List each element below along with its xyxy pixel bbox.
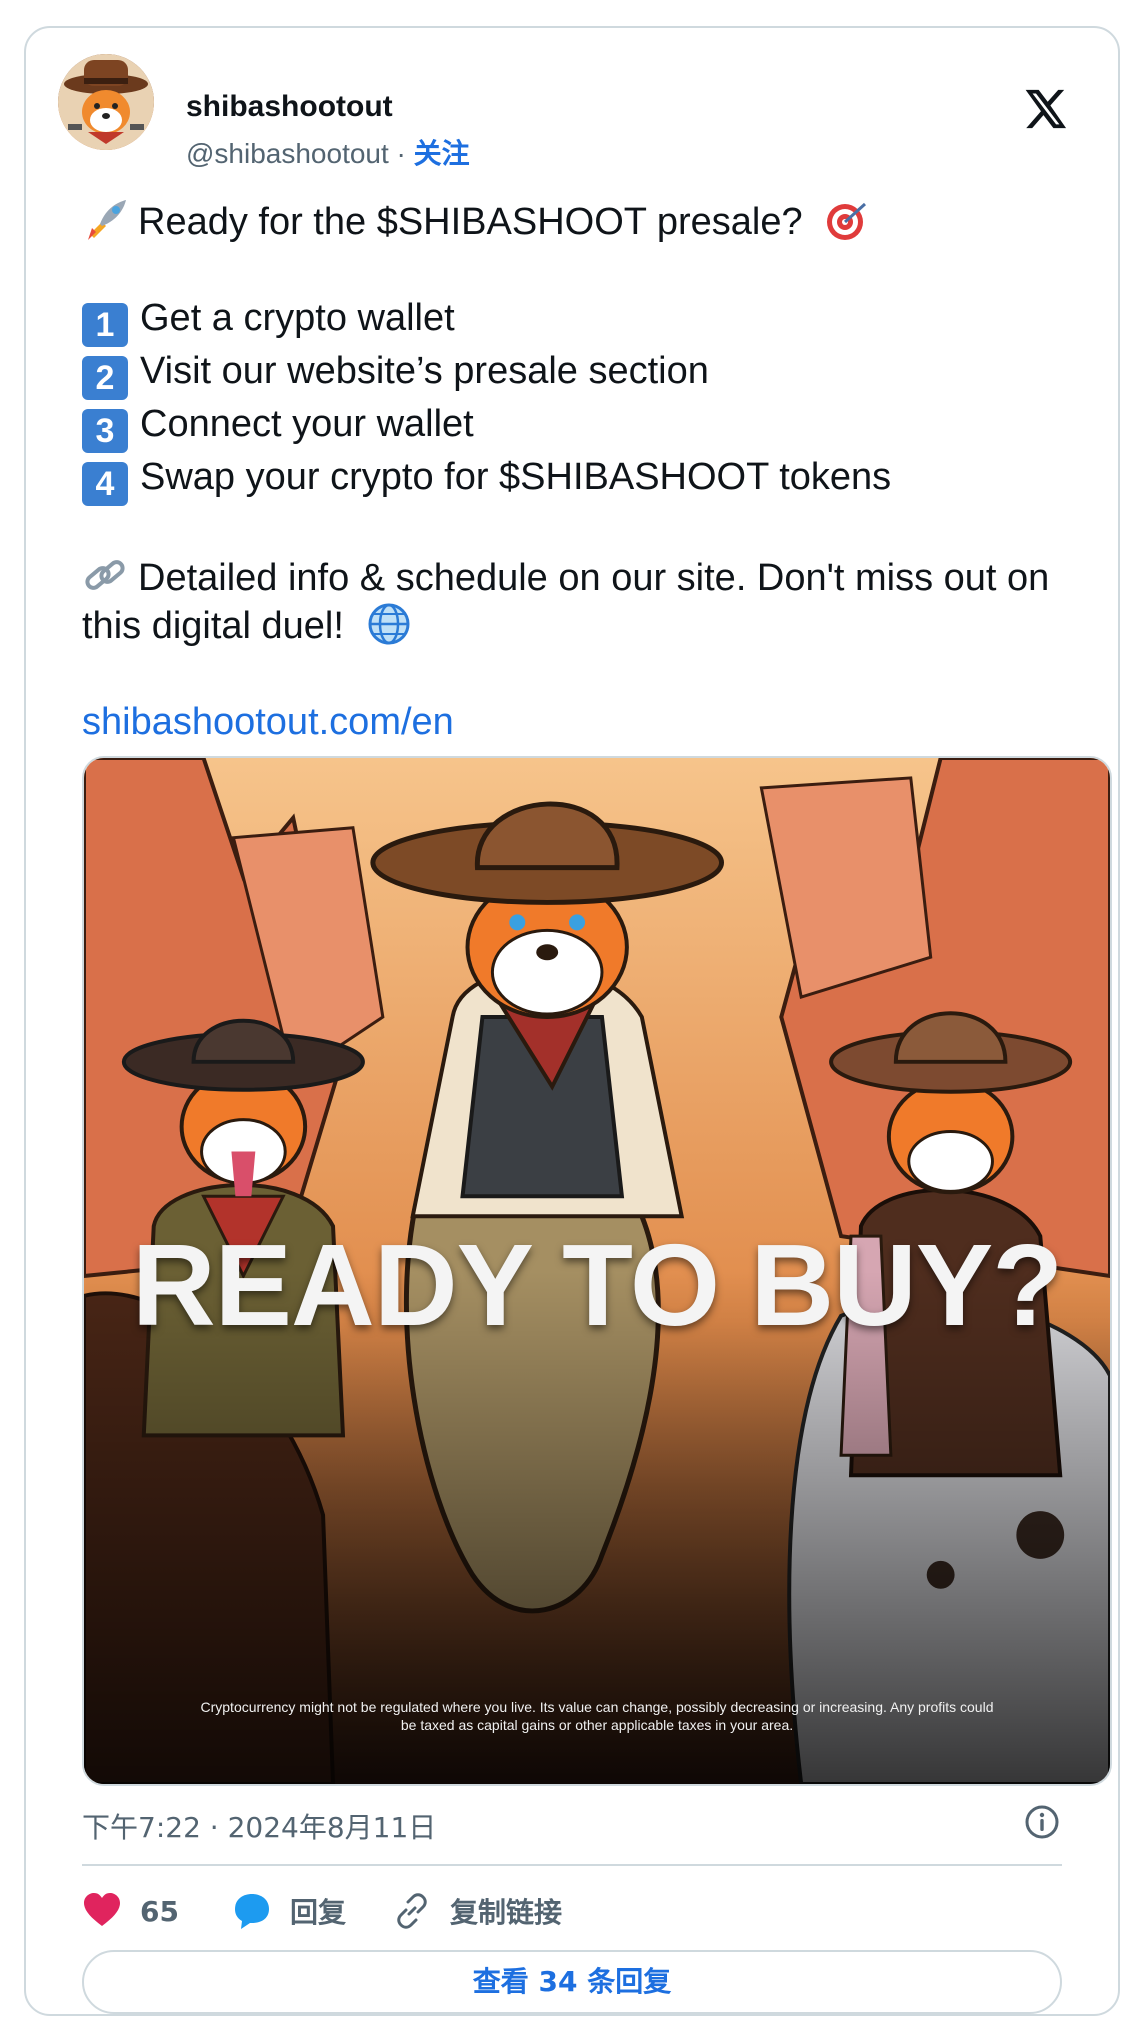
like-button[interactable]: 65 bbox=[82, 1886, 179, 1936]
step-4-text: Swap your crypto for $SHIBASHOOT tokens bbox=[140, 456, 892, 498]
tweet-text: Ready for the $SHIBASHOOT presale? 1 Get … bbox=[82, 198, 1092, 746]
tweet-line-presale: Ready for the $SHIBASHOOT presale? bbox=[82, 198, 1092, 246]
handle-separator: · bbox=[388, 138, 414, 169]
reply-button[interactable]: 回复 bbox=[232, 1886, 346, 1936]
keycap-4-icon: 4 bbox=[82, 462, 128, 506]
tweet-timestamp[interactable]: 下午7:22 · 2024年8月11日 bbox=[82, 1806, 436, 1846]
website-link[interactable]: shibashootout.com/en bbox=[82, 698, 1092, 746]
copy-link-button[interactable]: 复制链接 bbox=[392, 1886, 562, 1936]
step-1: 1 Get a crypto wallet bbox=[82, 294, 1092, 347]
image-disclaimer: Cryptocurrency might not be regulated wh… bbox=[200, 1699, 994, 1733]
image-headline: READY TO BUY? bbox=[131, 1220, 1063, 1350]
tweet-header: shibashootout @shibashootout · 关注 bbox=[58, 54, 1086, 170]
reply-bubble-icon bbox=[235, 1894, 269, 1929]
tweet-card: shibashootout @shibashootout · 关注 Ready … bbox=[24, 26, 1120, 2016]
like-count: 65 bbox=[140, 1894, 179, 1928]
follow-button[interactable]: 关注 bbox=[414, 137, 470, 170]
keycap-2-icon: 2 bbox=[82, 356, 128, 400]
divider bbox=[82, 1864, 1062, 1866]
tweet-info-text: Detailed info & schedule on our site. Do… bbox=[82, 557, 1050, 647]
user-handle[interactable]: @shibashootout bbox=[186, 138, 389, 169]
link-icon bbox=[85, 560, 125, 590]
tweet-actions: 65 回复 复制链接 bbox=[82, 1886, 1082, 1936]
target-icon bbox=[827, 202, 867, 240]
info-icon[interactable] bbox=[1024, 1804, 1060, 1840]
user-display-name[interactable]: shibashootout bbox=[186, 90, 393, 124]
link-chain-icon bbox=[397, 1893, 427, 1929]
view-replies-button[interactable]: 查看 34 条回复 bbox=[82, 1950, 1062, 2014]
keycap-3-icon: 3 bbox=[82, 409, 128, 453]
keycap-1-icon: 1 bbox=[82, 303, 128, 347]
step-2-text: Visit our website’s presale section bbox=[140, 350, 709, 392]
heart-icon bbox=[84, 1893, 120, 1926]
globe-icon bbox=[368, 603, 409, 645]
copy-link-label: 复制链接 bbox=[450, 1896, 563, 1929]
step-3: 3 Connect your wallet bbox=[82, 400, 1092, 453]
step-1-text: Get a crypto wallet bbox=[140, 297, 455, 339]
step-4: 4 Swap your crypto for $SHIBASHOOT tokens bbox=[82, 453, 1092, 506]
tweet-info-line: Detailed info & schedule on our site. Do… bbox=[82, 554, 1092, 650]
step-2: 2 Visit our website’s presale section bbox=[82, 347, 1092, 400]
tweet-image[interactable]: READY TO BUY? Cryptocurrency might not b… bbox=[82, 756, 1112, 1786]
rocket-icon bbox=[88, 200, 126, 240]
x-logo-icon[interactable] bbox=[1022, 86, 1068, 132]
reply-label: 回复 bbox=[290, 1896, 347, 1929]
avatar[interactable] bbox=[58, 54, 154, 150]
tweet-line1-text: Ready for the $SHIBASHOOT presale? bbox=[138, 201, 803, 243]
user-handle-row: @shibashootout · 关注 bbox=[186, 132, 470, 172]
step-3-text: Connect your wallet bbox=[140, 403, 474, 445]
